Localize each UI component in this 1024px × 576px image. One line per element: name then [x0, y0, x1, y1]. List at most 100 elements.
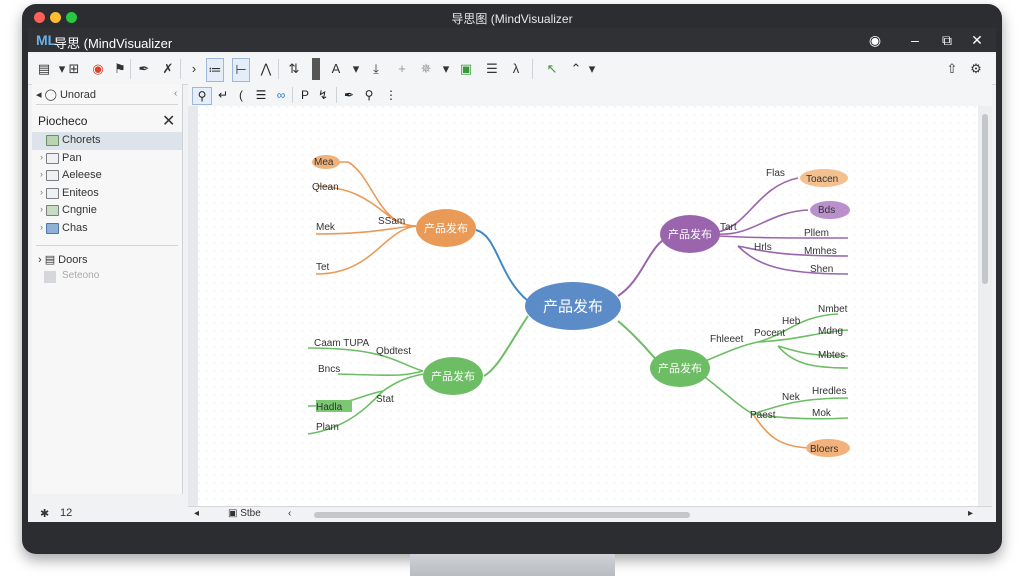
- expand-icon: ›: [40, 169, 43, 179]
- marker-icon[interactable]: [312, 58, 320, 80]
- flag-icon[interactable]: ⚑: [112, 58, 128, 80]
- outline-icon[interactable]: ☰: [252, 87, 270, 103]
- docs-label: Doors: [58, 254, 88, 266]
- panel-title: Piocheco: [38, 114, 88, 128]
- search-icon[interactable]: ⚲: [192, 87, 212, 105]
- leaf-text[interactable]: Mok: [812, 408, 832, 419]
- branch-node-label: 产品发布: [431, 369, 475, 383]
- plus-icon[interactable]: +: [394, 58, 410, 80]
- expand-icon: ›: [40, 221, 43, 232]
- left-sidebar: ◂ ◯ Unorad ‹ Piocheco ✕ Chorets › Pan › …: [32, 84, 183, 494]
- tree-item[interactable]: › Chas: [32, 220, 182, 238]
- tree-item-label: Chorets: [62, 134, 101, 146]
- folder-icon: [46, 187, 59, 199]
- brush-icon[interactable]: ✒: [340, 87, 358, 103]
- settings-icon[interactable]: ⚙: [968, 58, 984, 80]
- pointer-icon[interactable]: ↵: [214, 87, 232, 103]
- leaf-text[interactable]: Hredles: [812, 386, 846, 397]
- tree-item[interactable]: Chorets: [32, 132, 182, 150]
- folder-icon: [46, 152, 59, 164]
- zoom-icon[interactable]: ⚲: [360, 87, 378, 103]
- chevron-down-icon[interactable]: ▾: [438, 58, 454, 80]
- vertical-scroll-thumb[interactable]: [982, 114, 988, 284]
- chevron-down-icon[interactable]: ▾: [584, 58, 600, 80]
- brush-icon[interactable]: ✒: [136, 58, 152, 80]
- image-icon[interactable]: ▣: [458, 58, 474, 80]
- list-icon[interactable]: ☰: [484, 58, 500, 80]
- disabled-item-label: Seteono: [62, 270, 100, 281]
- leaf-text[interactable]: Plam: [316, 422, 339, 433]
- tree-item[interactable]: › Aeleese: [32, 167, 182, 185]
- close-button[interactable]: ✕: [966, 30, 988, 50]
- restore-button[interactable]: ⧉: [936, 30, 958, 50]
- more-icon[interactable]: ⋮: [382, 87, 400, 103]
- folder-icon: [46, 222, 59, 234]
- paint-icon[interactable]: P: [296, 87, 314, 103]
- leaf-text[interactable]: Caam TUPA: [314, 338, 370, 349]
- line-chart-icon[interactable]: ≔: [206, 58, 224, 82]
- docs-section[interactable]: › ▤ Doors: [38, 253, 88, 266]
- sheet-tab[interactable]: ▣ Stbe: [228, 508, 261, 519]
- tree-item[interactable]: › Pan: [32, 150, 182, 168]
- grid-tool-icon[interactable]: ⊢: [232, 58, 250, 82]
- scroll-left-icon[interactable]: ‹: [288, 508, 291, 519]
- sparkle-icon[interactable]: ✵: [418, 58, 434, 80]
- leaf-text[interactable]: Shen: [810, 264, 833, 275]
- arrow-right-icon[interactable]: ›: [186, 58, 202, 80]
- horizontal-scroll-thumb[interactable]: [314, 512, 690, 518]
- folder-icon: [46, 170, 59, 181]
- branch-node-label: 产品发布: [668, 227, 712, 241]
- leaf-text[interactable]: Bncs: [318, 364, 340, 375]
- branch-icon[interactable]: ⋀: [258, 58, 274, 80]
- leaf-text[interactable]: Mbtes: [818, 350, 845, 361]
- folder-icon: [46, 135, 59, 146]
- leaf-text[interactable]: Toacen: [806, 174, 838, 185]
- color-wheel-icon[interactable]: ◉: [90, 58, 106, 80]
- app-title: 导思 (MindVisualizer: [54, 36, 173, 51]
- leaf-text[interactable]: Mmhes: [804, 246, 837, 257]
- mindmap-svg[interactable]: 产品发布产品发布 产品发布产品发布产品发布 Mea Qlean Mek Tet S…: [198, 106, 978, 506]
- leaf-text[interactable]: Bloers: [810, 444, 838, 455]
- sheet-tab-label: Stbe: [240, 508, 261, 519]
- caret-icon[interactable]: ⌃: [568, 58, 584, 80]
- folder-icon: [46, 205, 59, 216]
- vertical-scrollbar[interactable]: [978, 106, 992, 506]
- lightning-icon[interactable]: ↯: [314, 87, 332, 103]
- leaf-text[interactable]: Nmbet: [818, 304, 848, 315]
- leaf-text[interactable]: Mdng: [818, 326, 843, 337]
- placeholder-icon: [44, 271, 56, 283]
- leaf-text[interactable]: Qlean: [312, 182, 339, 193]
- layout-icon[interactable]: ▤: [36, 58, 52, 80]
- notification-icon[interactable]: ◉: [864, 30, 886, 50]
- font-icon[interactable]: A: [328, 58, 344, 80]
- tree-item[interactable]: › Eniteos: [32, 185, 182, 203]
- leaf-text[interactable]: Tet: [316, 262, 330, 273]
- leaf-text[interactable]: Bds: [818, 205, 835, 216]
- minimize-button[interactable]: –: [904, 30, 926, 50]
- cursor-icon[interactable]: ↖: [544, 58, 560, 80]
- insert-node-icon[interactable]: ⊞: [66, 58, 82, 80]
- chevron-left-icon[interactable]: ◂: [194, 508, 199, 519]
- link-icon[interactable]: ∞: [272, 87, 290, 103]
- canvas-toolbar: ⚲ ↵ ( ☰ ∞ P ↯ ✒ ⚲ ⋮: [188, 84, 992, 107]
- chevron-left-icon[interactable]: ‹: [174, 88, 177, 99]
- scissors-icon[interactable]: ✗: [160, 58, 176, 80]
- leaf-text[interactable]: Hadla: [316, 402, 343, 413]
- editor-area: ⚲ ↵ ( ☰ ∞ P ↯ ✒ ⚲ ⋮ 产品发布 产品发布 产品发布 产品发布 …: [188, 84, 992, 522]
- leaf-text[interactable]: Mek: [316, 222, 336, 233]
- chevron-down-icon[interactable]: ▾: [348, 58, 364, 80]
- scroll-right-icon[interactable]: ▸: [968, 508, 973, 519]
- pin-icon[interactable]: ✱: [40, 507, 49, 520]
- tree-item[interactable]: › Cngnie: [32, 202, 182, 220]
- share-icon[interactable]: ⇧: [944, 58, 960, 80]
- link-icon[interactable]: ⇅: [286, 58, 302, 80]
- text-tool-icon[interactable]: λ: [508, 58, 524, 80]
- mindmap-canvas[interactable]: 产品发布 产品发布 产品发布 产品发布 产品发布 Mea Qlean Mek Tet S…: [198, 106, 978, 506]
- leaf-text[interactable]: Mea: [314, 157, 334, 168]
- leaf-text[interactable]: Pllem: [804, 228, 829, 239]
- download-icon[interactable]: ⤓: [368, 58, 384, 80]
- paren-icon[interactable]: (: [232, 87, 250, 103]
- sidebar-header[interactable]: ◂ ◯ Unorad: [36, 88, 96, 101]
- central-node-label: 产品发布: [543, 298, 603, 315]
- close-panel-icon[interactable]: ✕: [162, 111, 175, 131]
